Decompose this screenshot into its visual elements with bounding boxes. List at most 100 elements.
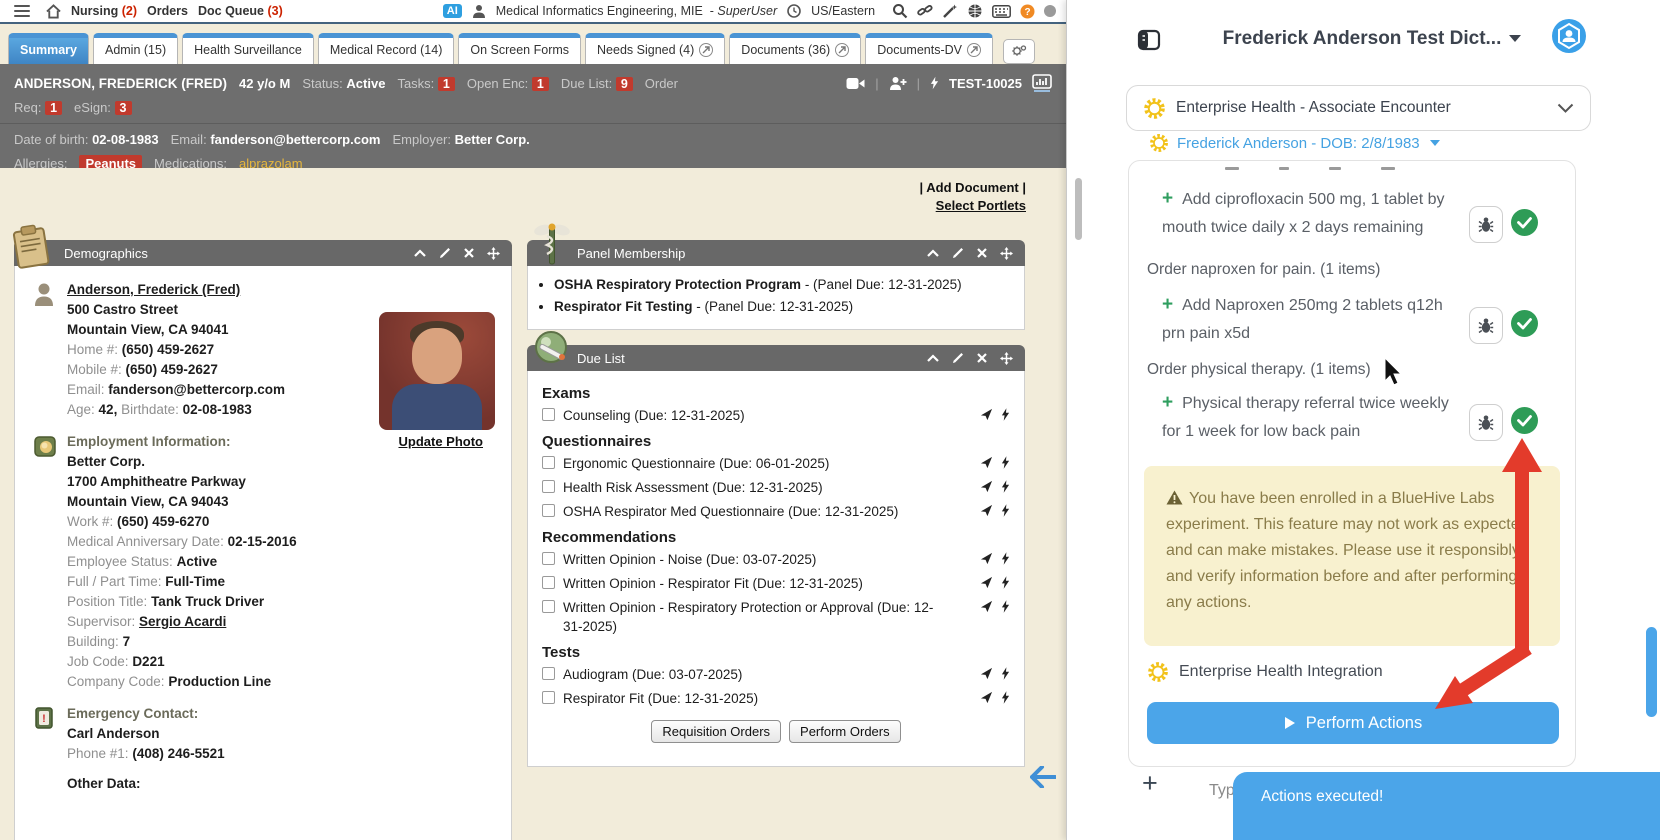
tab-summary[interactable]: Summary <box>8 33 89 64</box>
debug-button[interactable] <box>1469 307 1503 344</box>
checkbox[interactable] <box>542 456 555 469</box>
bolt-icon[interactable] <box>1001 456 1010 469</box>
external-link-icon[interactable] <box>835 43 849 57</box>
search-icon[interactable] <box>892 3 908 19</box>
move-icon[interactable] <box>1000 352 1013 365</box>
tab-on-screen-forms[interactable]: On Screen Forms <box>458 33 581 64</box>
nav-doc-queue[interactable]: Doc Queue (3) <box>198 4 283 18</box>
patient-context-dropdown[interactable]: Frederick Anderson - DOB: 2/8/1983 <box>1149 133 1440 153</box>
send-icon[interactable] <box>980 408 993 421</box>
help-icon[interactable]: ? <box>1020 4 1035 19</box>
collapse-panel-arrow-icon[interactable] <box>1030 766 1056 793</box>
perform-orders-button[interactable]: Perform Orders <box>789 720 901 743</box>
move-icon[interactable] <box>487 247 500 260</box>
panel-scrollbar-thumb[interactable] <box>1646 627 1657 717</box>
send-icon[interactable] <box>980 480 993 493</box>
close-icon[interactable] <box>977 248 987 258</box>
send-icon[interactable] <box>980 691 993 704</box>
select-portlets-link[interactable]: Select Portlets <box>920 198 1026 213</box>
keyboard-icon[interactable] <box>992 5 1011 18</box>
nav-orders[interactable]: Orders <box>147 4 188 18</box>
due-list-badge[interactable]: 9 <box>616 77 633 91</box>
timezone-label[interactable]: US/Eastern <box>811 4 875 18</box>
send-icon[interactable] <box>980 600 993 613</box>
play-icon <box>1284 716 1296 730</box>
add-person-icon[interactable] <box>889 76 907 90</box>
external-link-icon[interactable] <box>699 43 713 57</box>
external-link-icon[interactable] <box>967 43 981 57</box>
bolt-icon[interactable] <box>1001 600 1010 613</box>
close-icon[interactable] <box>977 353 987 363</box>
patient-name-link[interactable]: Anderson, Frederick (Fred) <box>67 280 495 300</box>
checkbox[interactable] <box>542 552 555 565</box>
page-scrollbar-thumb[interactable] <box>1075 178 1082 240</box>
tab-documents-dv[interactable]: Documents-DV <box>865 33 993 64</box>
conversation-title-dropdown[interactable]: Frederick Anderson Test Dict... <box>1187 28 1557 50</box>
screen: Nursing (2) Orders Doc Queue (3) AI Medi… <box>0 0 1660 840</box>
checkbox[interactable] <box>542 504 555 517</box>
collapse-icon[interactable] <box>414 249 426 257</box>
action-group-header: Order physical therapy. (1 items) <box>1147 361 1371 379</box>
due-item: Audiogram (Due: 03-07-2025) <box>542 665 1010 684</box>
bolt-icon[interactable] <box>1001 480 1010 493</box>
nav-nursing[interactable]: Nursing (2) <box>71 4 137 18</box>
checkbox[interactable] <box>542 667 555 680</box>
composer-add-button[interactable]: + <box>1142 768 1158 799</box>
send-icon[interactable] <box>980 576 993 589</box>
checkbox[interactable] <box>542 576 555 589</box>
link-icon[interactable] <box>917 3 933 19</box>
tab-settings-button[interactable] <box>1003 39 1035 64</box>
bolt-icon[interactable] <box>930 76 939 90</box>
send-icon[interactable] <box>980 504 993 517</box>
req-badge[interactable]: 1 <box>45 101 62 115</box>
sidebar-toggle-icon[interactable] <box>1137 28 1161 57</box>
bolt-icon[interactable] <box>1001 552 1010 565</box>
move-icon[interactable] <box>1000 247 1013 260</box>
ai-badge[interactable]: AI <box>443 4 462 18</box>
checkbox[interactable] <box>542 408 555 421</box>
bolt-icon[interactable] <box>1001 667 1010 680</box>
hamburger-menu-icon[interactable] <box>14 5 30 18</box>
debug-button[interactable] <box>1469 404 1503 441</box>
tab-needs-signed[interactable]: Needs Signed (4) <box>585 33 725 64</box>
bolt-icon[interactable] <box>1001 504 1010 517</box>
bolt-icon[interactable] <box>1001 408 1010 421</box>
chart-icon[interactable] <box>1032 74 1052 92</box>
tasks-badge[interactable]: 1 <box>438 77 455 91</box>
open-enc-badge[interactable]: 1 <box>532 77 549 91</box>
send-icon[interactable] <box>980 552 993 565</box>
tab-health-surveillance[interactable]: Health Surveillance <box>182 33 314 64</box>
due-item: Respirator Fit (Due: 12-31-2025) <box>542 689 1010 708</box>
requisition-orders-button[interactable]: Requisition Orders <box>651 720 781 743</box>
order-link[interactable]: Order <box>645 76 678 91</box>
edit-icon[interactable] <box>952 352 964 364</box>
edit-icon[interactable] <box>952 247 964 259</box>
bluehive-logo-icon[interactable] <box>1551 18 1587 59</box>
checkbox[interactable] <box>542 480 555 493</box>
tab-admin[interactable]: Admin (15) <box>93 33 178 64</box>
home-icon[interactable] <box>46 4 61 19</box>
video-camera-icon[interactable] <box>846 77 865 90</box>
wand-icon[interactable] <box>942 3 958 19</box>
gear-badge-icon <box>1143 97 1166 120</box>
bolt-icon[interactable] <box>1001 576 1010 589</box>
tab-medical-record[interactable]: Medical Record (14) <box>318 33 455 64</box>
add-document-link[interactable]: | Add Document | <box>920 180 1026 195</box>
bolt-icon[interactable] <box>1001 691 1010 704</box>
close-icon[interactable] <box>464 248 474 258</box>
send-icon[interactable] <box>980 456 993 469</box>
experiment-warning-banner: You have been enrolled in a BlueHive Lab… <box>1144 466 1560 646</box>
esign-badge[interactable]: 3 <box>115 101 132 115</box>
checkbox[interactable] <box>542 691 555 704</box>
globe-icon[interactable] <box>967 3 983 19</box>
edit-icon[interactable] <box>439 247 451 259</box>
debug-button[interactable] <box>1469 206 1503 243</box>
tab-documents[interactable]: Documents (36) <box>729 33 861 64</box>
supervisor-link[interactable]: Sergio Acardi <box>139 614 226 629</box>
collapse-icon[interactable] <box>927 354 939 362</box>
collapse-icon[interactable] <box>927 249 939 257</box>
send-icon[interactable] <box>980 667 993 680</box>
perform-actions-button[interactable]: Perform Actions <box>1147 702 1559 744</box>
checkbox[interactable] <box>542 600 555 613</box>
encounter-expander[interactable]: Enterprise Health - Associate Encounter <box>1126 85 1591 131</box>
